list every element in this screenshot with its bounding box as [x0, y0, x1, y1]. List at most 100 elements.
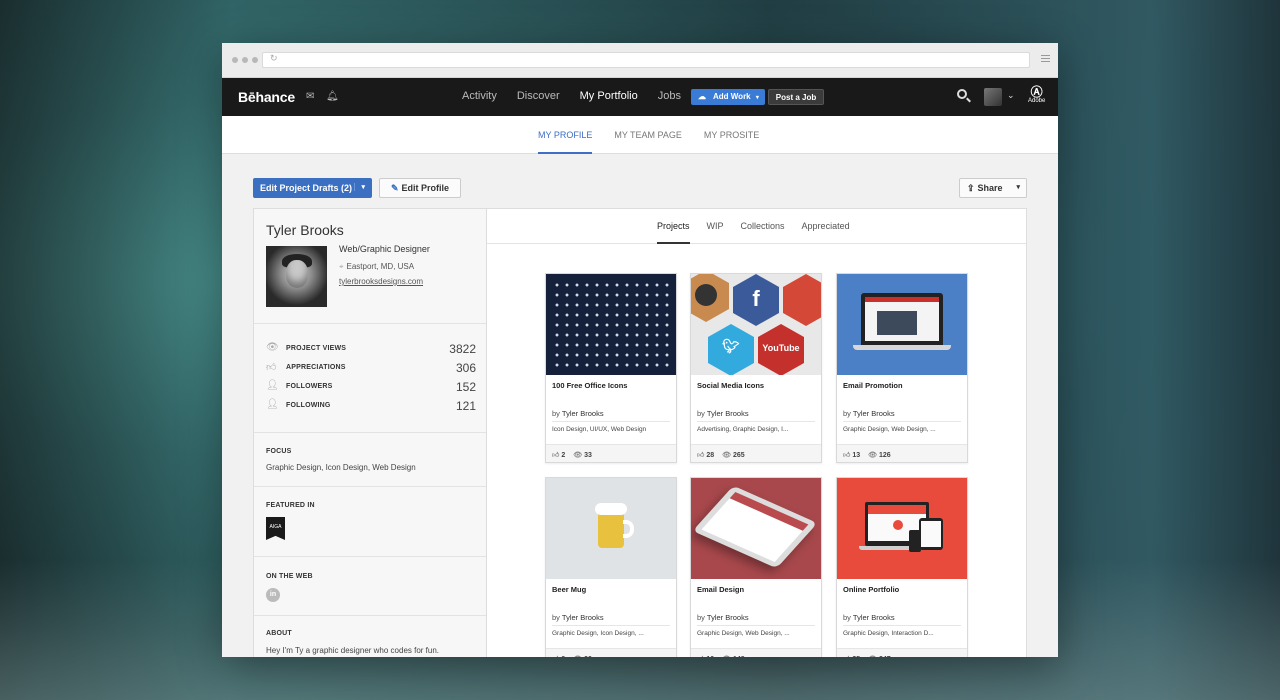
- project-card[interactable]: f 🐦︎ YouTube Social Media Icons by Tyler …: [690, 273, 822, 463]
- nav-discover[interactable]: Discover: [517, 90, 560, 102]
- tab-collections[interactable]: Collections: [741, 221, 785, 244]
- tab-projects[interactable]: Projects: [657, 221, 690, 244]
- chevron-down-icon[interactable]: ▾: [1016, 183, 1020, 191]
- thumbs-up-icon: 👍︎: [266, 362, 277, 373]
- author-link[interactable]: Tyler Brooks: [562, 409, 604, 418]
- stat-project-views: 👁︎ PROJECT VIEWS 3822: [266, 342, 476, 358]
- chevron-down-icon[interactable]: ▾: [354, 183, 365, 191]
- author-link[interactable]: Tyler Brooks: [707, 409, 749, 418]
- window-controls[interactable]: [232, 57, 258, 63]
- nav-activity[interactable]: Activity: [462, 90, 497, 102]
- thumbs-up-icon: 👍︎: [843, 656, 850, 657]
- views-count: 126: [878, 452, 891, 459]
- by-label: by: [697, 409, 705, 418]
- project-title[interactable]: Social Media Icons: [697, 381, 764, 390]
- stat-value: 306: [455, 361, 476, 375]
- project-thumbnail[interactable]: [837, 274, 967, 375]
- project-title[interactable]: Online Portfolio: [843, 585, 899, 594]
- profile-location: ⌖ Eastport, MD, USA: [339, 262, 414, 272]
- project-card[interactable]: Email Design by Tyler Brooks Graphic Desi…: [690, 477, 822, 657]
- stat-following[interactable]: 👤︎ FOLLOWING 121: [266, 399, 476, 415]
- project-tags: Graphic Design, Web Design, ...: [697, 630, 790, 637]
- project-thumbnail[interactable]: [837, 478, 967, 579]
- post-job-button[interactable]: Post a Job: [768, 89, 824, 105]
- eye-icon: 👁︎: [868, 656, 877, 657]
- top-navbar: Bēhance ✉ 🔔︎ Activity Discover My Portfo…: [222, 78, 1058, 116]
- nav-my-portfolio[interactable]: My Portfolio: [580, 90, 638, 102]
- author-link[interactable]: Tyler Brooks: [853, 613, 895, 622]
- project-title[interactable]: 100 Free Office Icons: [552, 381, 627, 390]
- tab-my-team-page[interactable]: MY TEAM PAGE: [614, 130, 682, 154]
- author-link[interactable]: Tyler Brooks: [707, 613, 749, 622]
- google-plus-icon: [783, 274, 821, 326]
- project-thumbnail[interactable]: [691, 478, 821, 579]
- cloud-upload-icon: ☁: [698, 92, 706, 101]
- profile-photo[interactable]: [266, 246, 327, 307]
- twitter-icon: 🐦︎: [708, 324, 754, 375]
- adobe-mark-icon: Ⓐ: [1030, 85, 1043, 99]
- author-link[interactable]: Tyler Brooks: [853, 409, 895, 418]
- share-button[interactable]: ⇪ Share ▾: [959, 178, 1027, 198]
- profile-subnav: MY PROFILE MY TEAM PAGE MY PROSITE: [222, 116, 1058, 154]
- tab-wip[interactable]: WIP: [707, 221, 724, 244]
- bell-icon[interactable]: 🔔︎: [326, 91, 339, 102]
- project-card[interactable]: Beer Mug by Tyler Brooks Graphic Design, …: [545, 477, 677, 657]
- project-stats: 👍︎10 👁︎148: [691, 648, 821, 657]
- adobe-logo[interactable]: Ⓐ Adobe: [1028, 86, 1045, 104]
- project-title[interactable]: Email Design: [697, 585, 744, 594]
- focus-text: Graphic Design, Icon Design, Web Design: [266, 463, 416, 472]
- linkedin-icon[interactable]: in: [266, 588, 280, 602]
- project-stats: 👍︎ 2 👁︎ 33: [546, 444, 676, 462]
- nav-jobs[interactable]: Jobs: [658, 90, 681, 102]
- facebook-icon: f: [733, 274, 779, 326]
- stat-value: 3822: [449, 342, 476, 356]
- project-thumbnail[interactable]: [546, 478, 676, 579]
- project-tags: Advertising, Graphic Design, I...: [697, 426, 789, 433]
- content-tabs: Projects WIP Collections Appreciated: [487, 209, 1026, 244]
- likes-count: 13: [852, 452, 861, 459]
- tab-my-prosite[interactable]: MY PROSITE: [704, 130, 759, 154]
- project-thumbnail[interactable]: [546, 274, 676, 375]
- action-bar: Edit Project Drafts (2) ▾ ✎ Edit Profile …: [253, 178, 1027, 198]
- project-title[interactable]: Email Promotion: [843, 381, 903, 390]
- behance-logo[interactable]: Bēhance: [238, 89, 295, 105]
- mail-icon[interactable]: ✉: [306, 91, 314, 102]
- project-card[interactable]: Email Promotion by Tyler Brooks Graphic D…: [836, 273, 968, 463]
- profile-sidebar: Tyler Brooks Web/Graphic Designer ⌖ Eastp…: [253, 208, 487, 657]
- profile-title: Web/Graphic Designer: [339, 244, 430, 254]
- project-tags: Graphic Design, Icon Design, ...: [552, 630, 644, 637]
- stat-value: 121: [455, 399, 476, 413]
- stat-followers[interactable]: 👤︎ FOLLOWERS 152: [266, 380, 476, 396]
- project-card[interactable]: 100 Free Office Icons by Tyler Brooks Ico…: [545, 273, 677, 463]
- user-avatar[interactable]: [984, 88, 1002, 106]
- edit-project-drafts-button[interactable]: Edit Project Drafts (2) ▾: [253, 178, 372, 198]
- location-text: Eastport, MD, USA: [346, 262, 415, 271]
- chevron-down-icon[interactable]: ⌄: [1007, 90, 1015, 101]
- main-nav: Activity Discover My Portfolio Jobs: [462, 90, 701, 102]
- camera-lens-icon: [695, 284, 717, 306]
- divider: [254, 323, 487, 324]
- likes-count: 9: [561, 656, 565, 657]
- add-work-button[interactable]: ☁ Add Work ▾: [691, 89, 765, 105]
- divider: [254, 556, 487, 557]
- edit-profile-button[interactable]: ✎ Edit Profile: [379, 178, 461, 198]
- tab-my-profile[interactable]: MY PROFILE: [538, 130, 593, 154]
- beer-mug-icon: [595, 503, 634, 548]
- project-thumbnail[interactable]: f 🐦︎ YouTube: [691, 274, 821, 375]
- divider: [254, 432, 487, 433]
- project-tags: Graphic Design, Web Design, ...: [843, 426, 936, 433]
- project-author: by Tyler Brooks: [552, 613, 604, 622]
- project-card[interactable]: Online Portfolio by Tyler Brooks Graphic …: [836, 477, 968, 657]
- project-title[interactable]: Beer Mug: [552, 585, 586, 594]
- project-stats: 👍︎9 👁︎90: [546, 648, 676, 657]
- profile-website-link[interactable]: tylerbrooksdesigns.com: [339, 277, 423, 286]
- views-count: 148: [733, 656, 745, 657]
- reload-icon[interactable]: ↻: [270, 53, 278, 64]
- browser-menu-icon[interactable]: [1041, 55, 1050, 64]
- address-bar[interactable]: [262, 52, 1030, 68]
- search-icon[interactable]: [957, 89, 967, 99]
- tab-appreciated[interactable]: Appreciated: [802, 221, 850, 244]
- author-link[interactable]: Tyler Brooks: [562, 613, 604, 622]
- by-label: by: [552, 613, 560, 622]
- aiga-badge[interactable]: AIGA: [266, 517, 285, 540]
